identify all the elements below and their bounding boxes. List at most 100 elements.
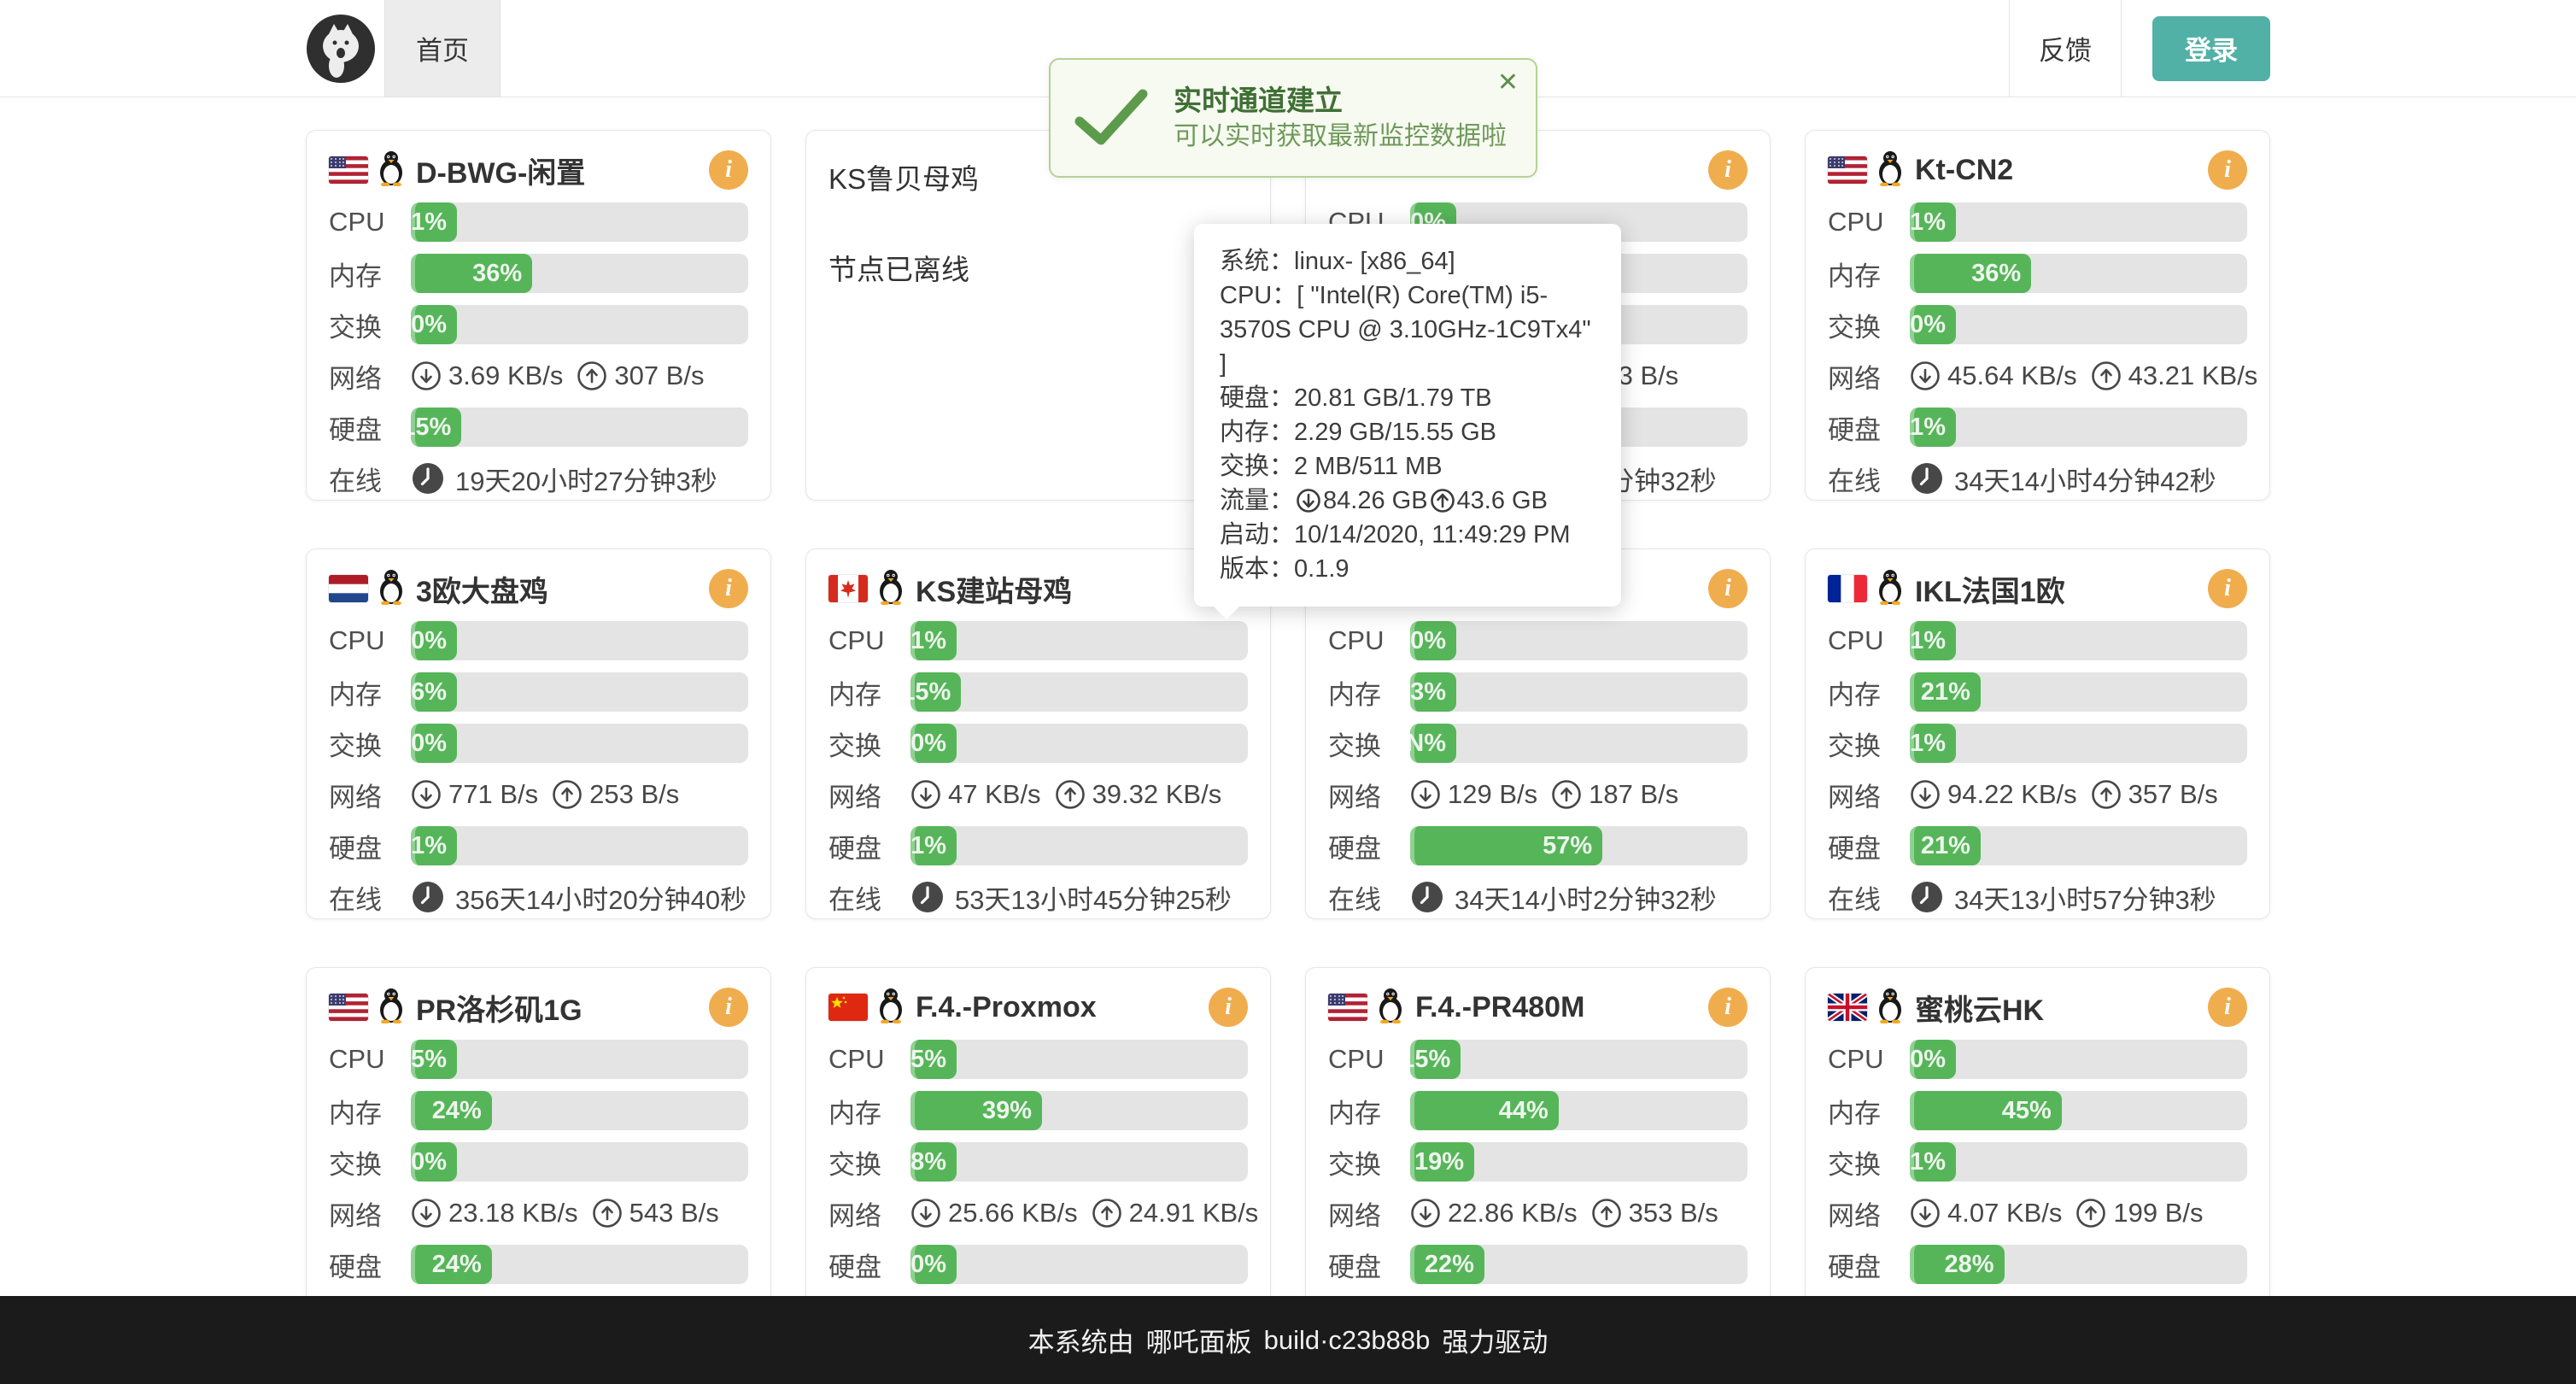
- swap-progress-track: 19%: [1410, 1142, 1748, 1182]
- clock-icon: [1410, 880, 1444, 914]
- country-flag-icon: [1828, 575, 1867, 602]
- disk-progress-track: 57%: [1410, 826, 1748, 865]
- cpu-label: CPU: [329, 625, 411, 656]
- linux-penguin-icon: [377, 150, 406, 191]
- swap-progress-track: 1%: [1910, 1142, 2247, 1182]
- net-upload-value: 43.21 KB/s: [2128, 361, 2258, 391]
- swap-row: 交换 1%: [1828, 724, 2247, 763]
- cpu-progress-track: 0%: [1910, 1040, 2247, 1079]
- close-icon[interactable]: ✕: [1497, 70, 1519, 96]
- tooltip-row-label: 交换：: [1220, 453, 1294, 480]
- info-icon[interactable]: i: [2208, 988, 2247, 1027]
- network-speeds: 23.18 KB/s 543 B/s: [411, 1198, 719, 1229]
- online-row: 在线 34天13小时57分钟3秒: [1828, 877, 2247, 917]
- disk-progress-track: 21%: [1910, 826, 2247, 865]
- network-row: 网络 771 B/s 253 B/s: [329, 775, 748, 814]
- clock-icon: [910, 880, 945, 914]
- info-icon[interactable]: i: [1708, 569, 1748, 608]
- swap-row: 交换 8%: [828, 1142, 1248, 1182]
- network-speeds: 4.07 KB/s 199 B/s: [1910, 1198, 2204, 1229]
- server-card: Kt-CN2 i CPU 1% 内存 36% 交换 0% 网络 45.64 KB…: [1805, 130, 2270, 501]
- info-icon[interactable]: i: [1708, 150, 1748, 190]
- info-icon[interactable]: i: [1708, 988, 1748, 1027]
- info-icon[interactable]: i: [709, 569, 748, 608]
- swap-progress-track: 0%: [411, 305, 748, 344]
- arrow-down-circle-icon: [1910, 1198, 1941, 1229]
- arrow-up-circle-icon: [1551, 779, 1582, 810]
- net-download-value: 23.18 KB/s: [448, 1198, 578, 1229]
- footer-panel-link[interactable]: 哪吒面板: [1146, 1321, 1252, 1359]
- online-row: 在线 34天14小时4分钟42秒: [1828, 459, 2247, 498]
- network-row: 网络 4.07 KB/s 199 B/s: [1828, 1193, 2247, 1233]
- info-icon[interactable]: i: [709, 150, 748, 190]
- arrow-up-circle-icon: [1092, 1198, 1122, 1229]
- cpu-progress-fill: 1%: [1910, 621, 1956, 660]
- online-duration: 34天14小时2分钟32秒: [1410, 878, 1717, 917]
- net-upload-value: 199 B/s: [2113, 1198, 2203, 1229]
- disk-row: 硬盘 57%: [1328, 826, 1748, 865]
- info-icon[interactable]: i: [1209, 988, 1248, 1027]
- country-flag-icon: [1328, 994, 1367, 1021]
- swap-progress-track: 0%: [910, 724, 1248, 763]
- swap-label: 交换: [1328, 724, 1410, 763]
- cpu-progress-fill: 1%: [1910, 202, 1956, 242]
- mem-row: 内存 39%: [828, 1091, 1248, 1130]
- server-card: IKL法国1欧 i CPU 1% 内存 21% 交换 1% 网络 94.22 K…: [1805, 548, 2270, 919]
- tooltip-row-value: 2 MB/511 MB: [1294, 453, 1443, 480]
- cpu-progress-track: 1%: [1910, 621, 2247, 660]
- mem-progress-track: 6%: [411, 672, 748, 712]
- network-label: 网络: [1828, 1194, 1910, 1233]
- login-wrap: 登录: [2122, 0, 2270, 97]
- online-duration-value: 53天13小时45分钟25秒: [955, 878, 1232, 917]
- login-button[interactable]: 登录: [2152, 16, 2270, 81]
- swap-progress-fill: 19%: [1410, 1142, 1474, 1182]
- online-row: 在线 53天13小时45分钟25秒: [828, 877, 1248, 917]
- mem-progress-fill: 24%: [411, 1091, 492, 1130]
- linux-penguin-icon: [1876, 150, 1905, 191]
- network-row: 网络 3.69 KB/s 307 B/s: [329, 356, 748, 396]
- disk-progress-track: 28%: [1910, 1245, 2247, 1284]
- server-card-header: Kt-CN2 i: [1828, 148, 2247, 192]
- network-speeds: 22.86 KB/s 353 B/s: [1410, 1198, 1718, 1229]
- swap-label: 交换: [1828, 1143, 1910, 1182]
- server-name: F.4.-PR480M: [1415, 991, 1584, 1024]
- mem-row: 内存 44%: [1328, 1091, 1748, 1130]
- clock-icon: [411, 461, 445, 496]
- swap-row: 交换 19%: [1328, 1142, 1748, 1182]
- brand-logo[interactable]: [306, 0, 384, 97]
- info-icon[interactable]: i: [709, 988, 748, 1027]
- nav-feedback-link[interactable]: 反馈: [2009, 0, 2122, 97]
- disk-label: 硬盘: [828, 827, 910, 865]
- mem-progress-fill: 45%: [1910, 1091, 2062, 1130]
- cpu-progress-fill: 0%: [411, 621, 457, 660]
- tooltip-row-value: linux- [x86_64]: [1294, 248, 1455, 275]
- tab-home[interactable]: 首页: [384, 0, 501, 97]
- arrow-up-circle-icon: [2091, 361, 2122, 391]
- disk-progress-track: 1%: [411, 826, 748, 865]
- arrow-down-circle-icon: [910, 779, 941, 810]
- mem-progress-track: 36%: [411, 254, 748, 293]
- disk-label: 硬盘: [1828, 408, 1910, 447]
- disk-progress-track: 15%: [411, 408, 748, 447]
- cpu-row: CPU 1%: [828, 621, 1248, 660]
- network-label: 网络: [1328, 776, 1410, 814]
- info-icon[interactable]: i: [2208, 150, 2247, 190]
- toast-body: 实时通道建立 可以实时获取最新监控数据啦: [1174, 82, 1507, 154]
- disk-progress-track: 11%: [1910, 408, 2247, 447]
- online-row: 在线 34天14小时2分钟32秒: [1328, 877, 1748, 917]
- cpu-row: CPU 5%: [329, 1040, 748, 1079]
- online-label: 在线: [1328, 878, 1410, 917]
- mem-progress-fill: 6%: [411, 672, 457, 712]
- linux-penguin-icon: [377, 988, 406, 1028]
- network-row: 网络 23.18 KB/s 543 B/s: [329, 1193, 748, 1233]
- tooltip-row: 内存：2.29 GB/15.55 GB: [1220, 415, 1595, 449]
- tooltip-row-label: 版本：: [1220, 555, 1294, 583]
- info-icon[interactable]: i: [2208, 569, 2247, 608]
- disk-label: 硬盘: [1828, 827, 1910, 865]
- mem-progress-fill: 15%: [910, 672, 961, 712]
- offline-status-text: 节点已离线: [828, 247, 1248, 288]
- swap-row: 交换 0%: [1828, 305, 2247, 344]
- swap-label: 交换: [329, 724, 411, 763]
- swap-progress-fill: 0%: [1910, 305, 1956, 344]
- linux-penguin-icon: [1876, 988, 1905, 1028]
